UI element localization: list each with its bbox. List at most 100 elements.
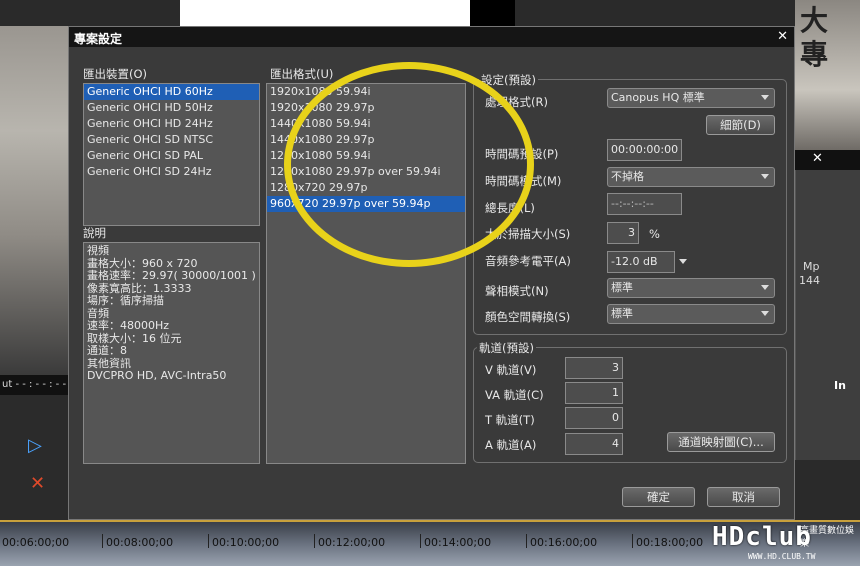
phase-mode-select[interactable]: 標準 [607,278,775,298]
device-item[interactable]: Generic OHCI HD 50Hz [84,100,259,116]
audio-ref-field[interactable]: -12.0 dB [607,251,675,273]
dialog-titlebar: 專案設定 ✕ [69,27,794,47]
description-line: 視頻 [87,244,109,257]
chevron-down-icon [761,311,769,316]
timecode-out-strip: ut - - : - - : - - [0,375,70,395]
description-line: 通道：8 [87,344,127,357]
timeline-label: 00:08:00;00 [106,536,174,549]
building-sign: 大專 [800,4,829,71]
background-window [180,0,470,26]
t-track-label: T 軌道(T) [485,413,535,427]
color-space-select[interactable]: 標準 [607,304,775,324]
format-item[interactable]: 1440x1080 29.97p [267,132,465,148]
export-format-label: 匯出格式(U) [270,67,334,81]
background-close-icon[interactable]: ✕ [812,151,823,166]
timeline-tick [208,534,209,548]
format-item[interactable]: 1280x720 29.97p [267,180,465,196]
dialog-title: 專案設定 [74,32,123,46]
description-panel: 視頻 畫格大小：960 x 720 畫格速率：29.97( 30000/1001… [83,242,260,464]
render-format-label: 處理格式(R) [485,95,548,109]
format-item[interactable]: 1920x1080 29.97p [267,100,465,116]
timecode-mode-label: 時間碼模式(M) [485,174,562,188]
preview-left-image [0,26,68,376]
va-track-field[interactable]: 1 [565,382,623,404]
total-length-label: 總長度(L) [485,201,535,215]
timeline-label: 00:12:00;00 [318,536,386,549]
timeline-label: 00:16:00;00 [530,536,598,549]
render-format-select[interactable]: Canopus HQ 標準 [607,88,775,108]
timeline-label: 00:10:00;00 [212,536,280,549]
description-line: 速率：48000Hz [87,319,170,332]
timeline-tick [420,534,421,548]
device-item[interactable]: Generic OHCI SD NTSC [84,132,259,148]
timeline-label: 00:18:00;00 [636,536,704,549]
chevron-down-icon [761,95,769,100]
timecode-preset-label: 時間碼預設(P) [485,147,559,161]
description-line: 畫格速率：29.97( 30000/1001 ) [87,269,256,282]
timecode-mode-select[interactable]: 不掉格 [607,167,775,187]
close-icon[interactable]: ✕ [777,29,788,44]
device-item[interactable]: Generic OHCI HD 60Hz [84,84,259,100]
timeline-tick [314,534,315,548]
device-item[interactable]: Generic OHCI HD 24Hz [84,116,259,132]
overscan-unit: % [649,227,660,241]
phase-mode-value: 標準 [611,281,633,294]
description-label: 說明 [83,226,106,240]
v-track-label: V 軌道(V) [485,363,537,377]
playback-controls: ▷ ✕ [0,395,68,525]
audio-ref-dropdown-icon[interactable] [679,259,687,264]
timecode-preset-field[interactable]: 00:00:00:00 [607,139,682,161]
description-line: 場序：循序掃描 [87,294,164,307]
cancel-button[interactable]: 取消 [707,487,780,507]
phase-mode-label: 聲相模式(N) [485,284,549,298]
format-item-selected[interactable]: 960x720 29.97p over 59.94p [267,196,465,212]
timeline-tick [102,534,103,548]
timeline-label: 00:14:00;00 [424,536,492,549]
hdclub-logo-tagline: 高畫質數位娛樂 [800,526,855,549]
total-length-field: --:--:--:-- [607,193,682,215]
background-divider [470,0,515,26]
export-device-list[interactable]: Generic OHCI HD 60Hz Generic OHCI HD 50H… [83,83,260,226]
device-item[interactable]: Generic OHCI SD 24Hz [84,164,259,180]
va-track-label: VA 軌道(C) [485,388,544,402]
ok-button[interactable]: 確定 [622,487,695,507]
project-settings-dialog: 專案設定 ✕ 匯出裝置(O) Generic OHCI HD 60Hz Gene… [68,26,795,520]
audio-ref-label: 音頻參考電平(A) [485,254,571,268]
timecode-in-label: In [834,379,846,392]
format-item[interactable]: 1440x1080 59.94i [267,116,465,132]
channel-map-button[interactable]: 通道映射圖(C)... [667,432,775,452]
chevron-down-icon [761,174,769,179]
timeline-label: 00:06:00;00 [2,536,70,549]
color-space-label: 顏色空間轉換(S) [485,310,571,324]
background-dialog-titlebar [795,150,860,170]
t-track-field[interactable]: 0 [565,407,623,429]
mp-label: Mp [803,260,820,273]
format-item[interactable]: 1280x1080 59.94i [267,148,465,164]
v-track-field[interactable]: 3 [565,357,623,379]
export-device-label: 匯出裝置(O) [83,67,148,81]
timeline-tick [526,534,527,548]
hdclub-logo: HDclub [712,522,812,552]
overscan-field[interactable]: 3 [607,222,639,244]
hdclub-logo-url: WWW.HD.CLUB.TW [748,552,816,561]
timecode-mode-value: 不掉格 [611,170,644,183]
color-space-value: 標準 [611,307,633,320]
detail-button[interactable]: 細節(D) [706,115,775,135]
delete-icon[interactable]: ✕ [30,473,45,494]
play-icon[interactable]: ▷ [28,435,42,456]
settings-group-title: 設定(預設) [479,72,538,88]
description-line: DVCPRO HD, AVC-Intra50 [87,369,227,382]
format-item[interactable]: 1920x1080 59.94i [267,84,465,100]
background-dialog: Mp 144 In [795,150,860,460]
mp-value: 144 [799,274,820,287]
timeline-tick [632,534,633,548]
chevron-down-icon [761,285,769,290]
a-track-field[interactable]: 4 [565,433,623,455]
overscan-label: 大於掃描大小(S) [485,227,571,241]
tracks-group-title: 軌道(預設) [477,340,536,356]
a-track-label: A 軌道(A) [485,438,537,452]
format-item[interactable]: 1280x1080 29.97p over 59.94i [267,164,465,180]
export-format-list[interactable]: 1920x1080 59.94i 1920x1080 29.97p 1440x1… [266,83,466,464]
device-item[interactable]: Generic OHCI SD PAL [84,148,259,164]
render-format-value: Canopus HQ 標準 [611,91,705,104]
